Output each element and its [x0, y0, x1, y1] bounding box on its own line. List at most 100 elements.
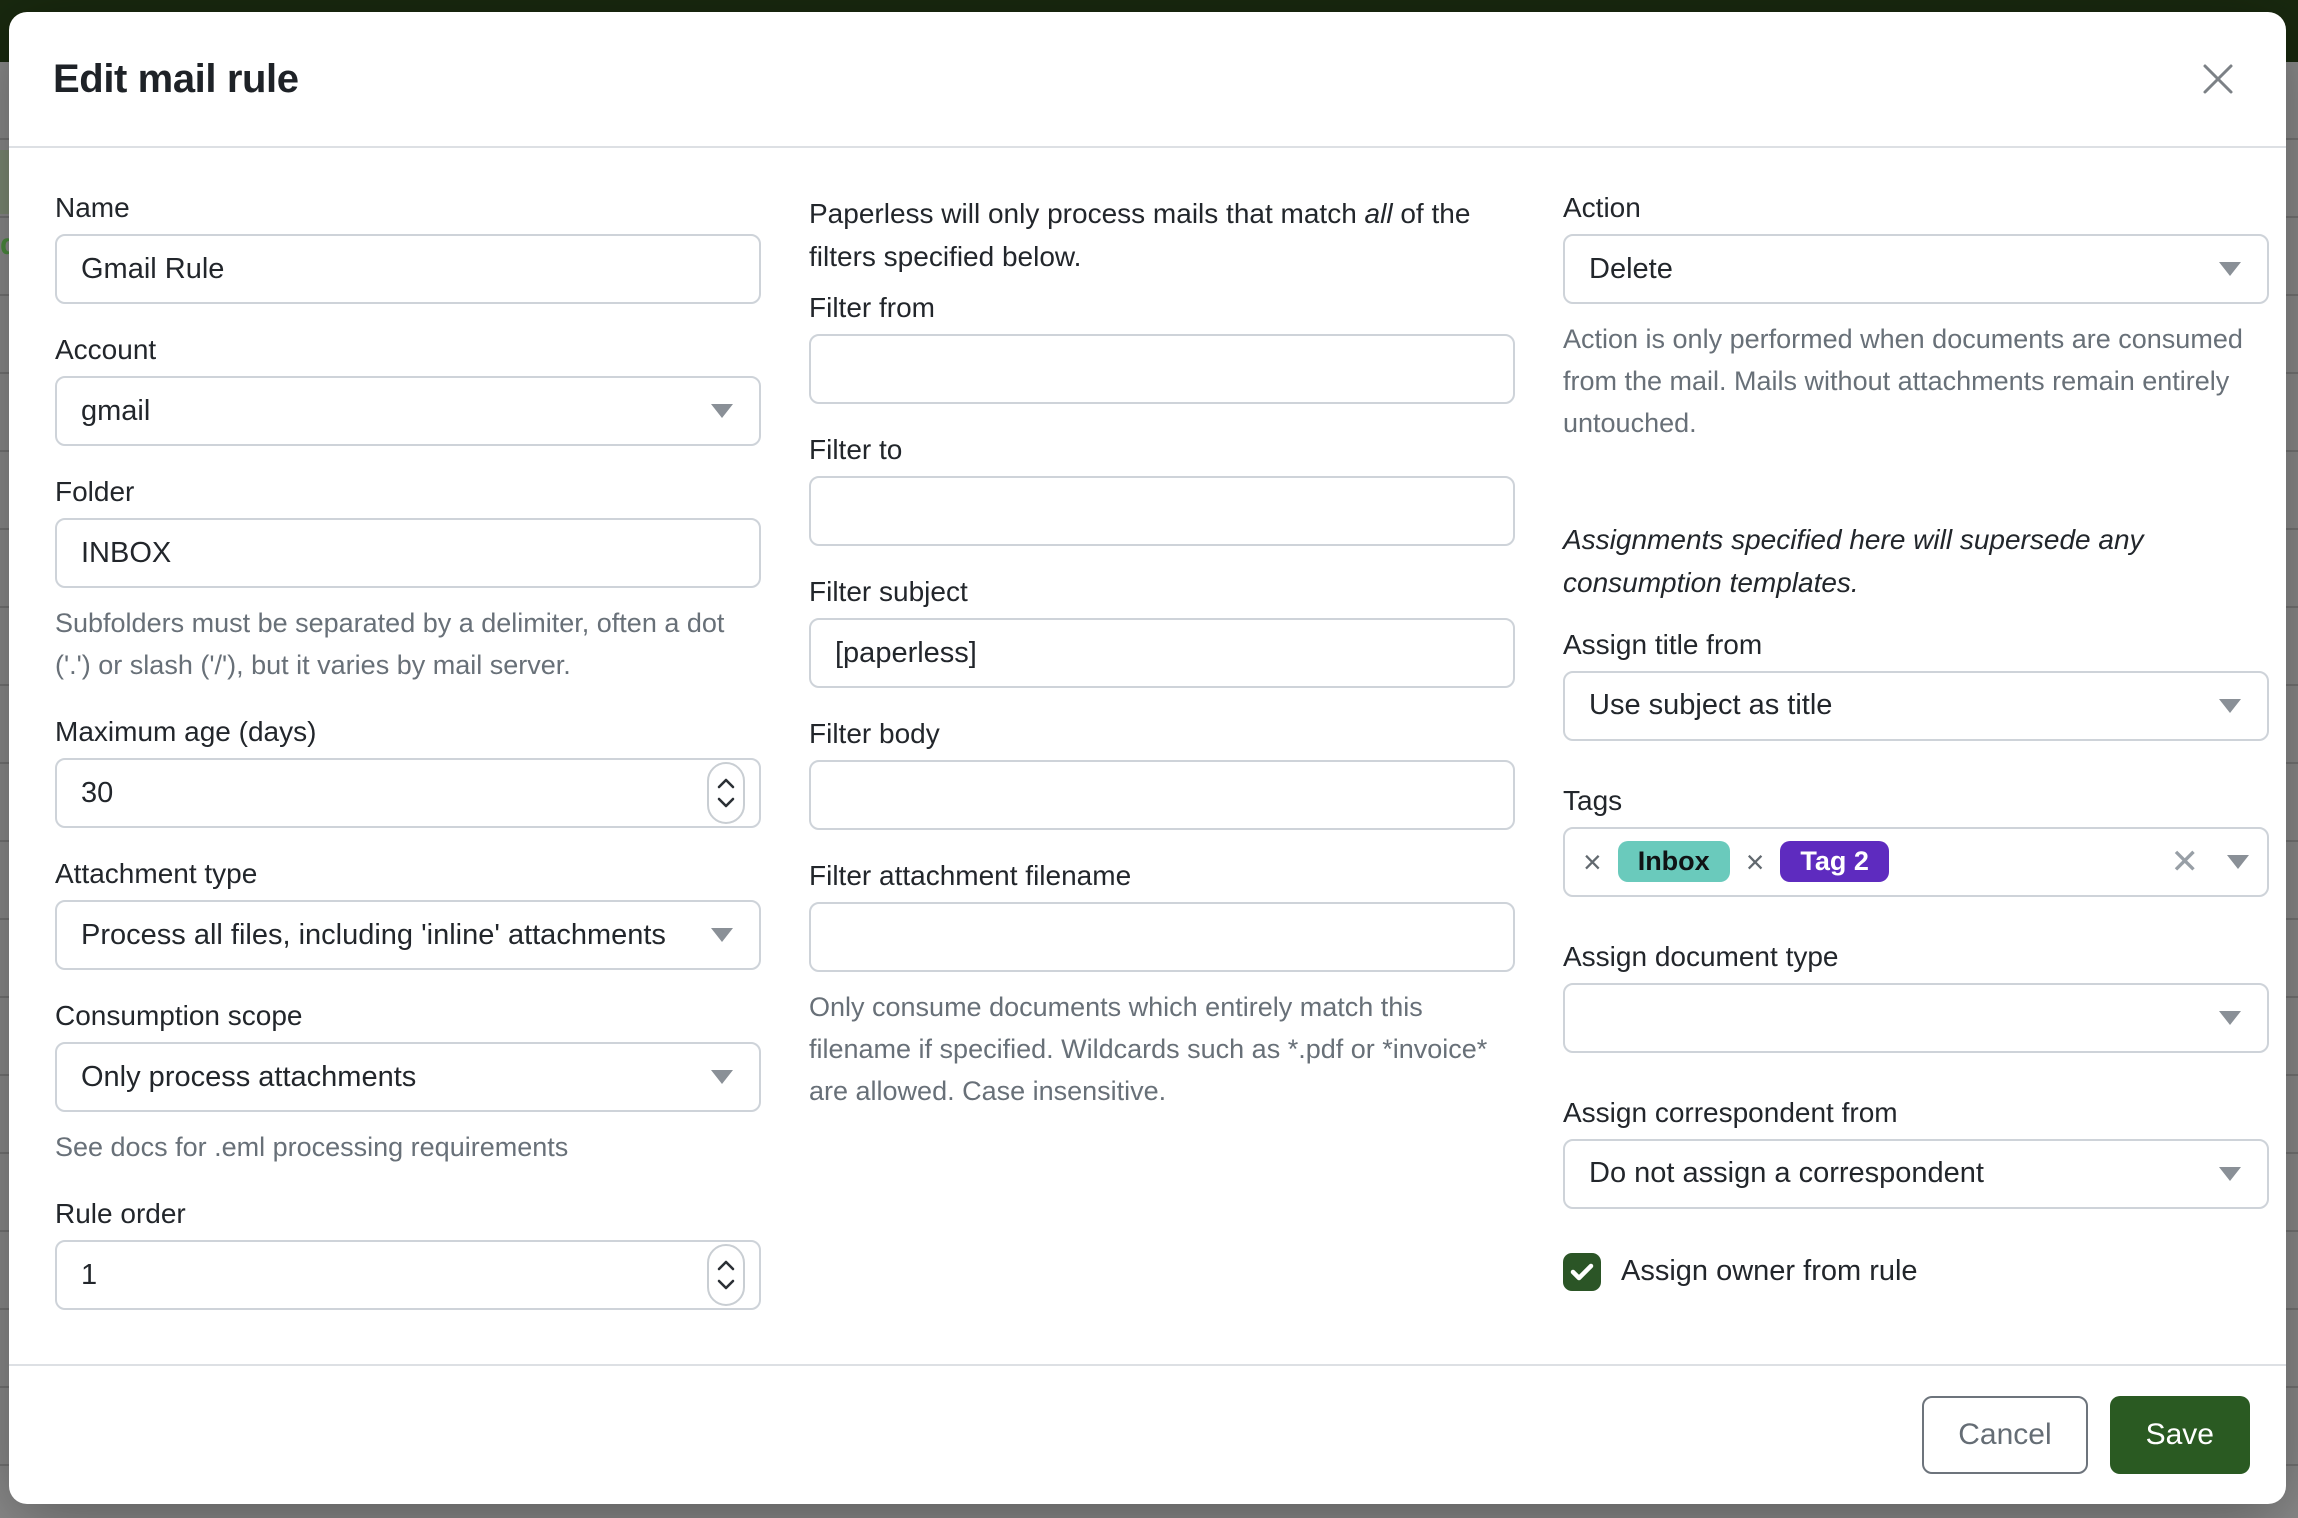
assign-doctype-select[interactable]: [1563, 983, 2269, 1053]
filter-subject-value: [paperless]: [835, 637, 977, 670]
filters-intro-text: Paperless will only process mails that m…: [809, 192, 1515, 278]
chevron-down-icon: [711, 404, 733, 418]
max-age-label: Maximum age (days): [55, 716, 761, 748]
folder-label: Folder: [55, 476, 761, 508]
chevron-down-icon: [2219, 262, 2241, 276]
max-age-input[interactable]: 30: [55, 758, 761, 828]
account-select[interactable]: gmail: [55, 376, 761, 446]
dialog-header: Edit mail rule: [9, 12, 2286, 148]
dialog-footer: Cancel Save: [9, 1364, 2286, 1504]
action-select[interactable]: Delete: [1563, 234, 2269, 304]
folder-input[interactable]: INBOX: [55, 518, 761, 588]
dialog-title: Edit mail rule: [53, 57, 299, 102]
filter-subject-label: Filter subject: [809, 576, 1515, 608]
page-background-left: [0, 62, 9, 1518]
consumption-scope-label: Consumption scope: [55, 1000, 761, 1032]
consumption-scope-select[interactable]: Only process attachments: [55, 1042, 761, 1112]
filter-from-label: Filter from: [809, 292, 1515, 324]
attachment-type-label: Attachment type: [55, 858, 761, 890]
max-age-stepper[interactable]: [707, 762, 745, 824]
assign-correspondent-field-group: Assign correspondent from Do not assign …: [1563, 1097, 2269, 1209]
tags-select[interactable]: × Inbox × Tag 2 ✕: [1563, 827, 2269, 897]
assign-doctype-field-group: Assign document type: [1563, 941, 2269, 1053]
filter-to-label: Filter to: [809, 434, 1515, 466]
page-background-right: [2286, 62, 2298, 1518]
dialog-body: Name Gmail Rule Account gmail Folder INB…: [9, 148, 2286, 1364]
rule-order-value: 1: [81, 1259, 97, 1292]
edit-mail-rule-dialog: Edit mail rule Name Gmail Rule Account g…: [9, 12, 2286, 1504]
clear-tags-icon[interactable]: ✕: [2171, 845, 2200, 879]
max-age-value: 30: [81, 777, 113, 810]
tag-chip: Inbox: [1618, 841, 1730, 881]
save-button[interactable]: Save: [2110, 1396, 2250, 1474]
assignments-note: Assignments specified here will supersed…: [1563, 518, 2269, 604]
tags-inner: × Inbox × Tag 2 ✕: [1583, 841, 2249, 881]
filter-filename-label: Filter attachment filename: [809, 860, 1515, 892]
chevron-down-icon: [2227, 855, 2249, 869]
chevron-down-icon: [717, 797, 735, 808]
filter-subject-input[interactable]: [paperless]: [809, 618, 1515, 688]
action-field-group: Action Delete Action is only performed w…: [1563, 192, 2269, 444]
assign-title-value: Use subject as title: [1589, 689, 1832, 722]
column-general: Name Gmail Rule Account gmail Folder INB…: [55, 192, 761, 1364]
name-label: Name: [55, 192, 761, 224]
filter-subject-field-group: Filter subject [paperless]: [809, 576, 1515, 688]
chevron-up-icon: [717, 1260, 735, 1271]
close-button[interactable]: [2194, 55, 2242, 103]
action-help-text: Action is only performed when documents …: [1563, 318, 2269, 444]
page-background-row: [0, 150, 9, 214]
filename-help-text: Only consume documents which entirely ma…: [809, 986, 1515, 1112]
assign-owner-row: Assign owner from rule: [1563, 1253, 2269, 1291]
attachment-type-field-group: Attachment type Process all files, inclu…: [55, 858, 761, 970]
attachment-type-select[interactable]: Process all files, including 'inline' at…: [55, 900, 761, 970]
name-value: Gmail Rule: [81, 253, 224, 286]
filter-body-label: Filter body: [809, 718, 1515, 750]
rule-order-stepper[interactable]: [707, 1244, 745, 1306]
column-filters: Paperless will only process mails that m…: [809, 192, 1515, 1364]
tag-chip: Tag 2: [1780, 841, 1889, 881]
account-field-group: Account gmail: [55, 334, 761, 446]
chevron-down-icon: [2219, 1167, 2241, 1181]
filter-from-input[interactable]: [809, 334, 1515, 404]
filter-body-field-group: Filter body: [809, 718, 1515, 830]
assign-title-label: Assign title from: [1563, 629, 2269, 661]
account-label: Account: [55, 334, 761, 366]
checkmark-icon: [1570, 1262, 1594, 1282]
rule-order-input[interactable]: 1: [55, 1240, 761, 1310]
intro-emphasis: all: [1365, 198, 1393, 229]
tag-remove-icon[interactable]: ×: [1746, 846, 1765, 878]
assign-correspondent-value: Do not assign a correspondent: [1589, 1157, 1984, 1190]
folder-value: INBOX: [81, 537, 171, 570]
consumption-scope-value: Only process attachments: [81, 1061, 416, 1094]
chevron-up-icon: [717, 778, 735, 789]
assign-doctype-label: Assign document type: [1563, 941, 2269, 973]
consumption-scope-field-group: Consumption scope Only process attachmen…: [55, 1000, 761, 1168]
rule-order-field-group: Rule order 1: [55, 1198, 761, 1310]
chevron-down-icon: [711, 928, 733, 942]
action-value: Delete: [1589, 253, 1673, 286]
attachment-type-value: Process all files, including 'inline' at…: [81, 919, 666, 952]
filter-body-input[interactable]: [809, 760, 1515, 830]
tags-label: Tags: [1563, 785, 2269, 817]
tags-field-group: Tags × Inbox × Tag 2 ✕: [1563, 785, 2269, 897]
assign-owner-checkbox[interactable]: [1563, 1253, 1601, 1291]
name-input[interactable]: Gmail Rule: [55, 234, 761, 304]
folder-field-group: Folder INBOX Subfolders must be separate…: [55, 476, 761, 686]
chevron-down-icon: [2219, 1011, 2241, 1025]
folder-help-text: Subfolders must be separated by a delimi…: [55, 602, 761, 686]
assign-title-select[interactable]: Use subject as title: [1563, 671, 2269, 741]
filter-to-input[interactable]: [809, 476, 1515, 546]
account-value: gmail: [81, 395, 150, 428]
assign-correspondent-select[interactable]: Do not assign a correspondent: [1563, 1139, 2269, 1209]
chevron-down-icon: [711, 1070, 733, 1084]
column-actions: Action Delete Action is only performed w…: [1563, 192, 2269, 1364]
cancel-button[interactable]: Cancel: [1922, 1396, 2087, 1474]
chevron-down-icon: [2219, 699, 2241, 713]
tag-remove-icon[interactable]: ×: [1583, 846, 1602, 878]
close-icon: [2199, 60, 2237, 98]
filter-filename-input[interactable]: [809, 902, 1515, 972]
max-age-field-group: Maximum age (days) 30: [55, 716, 761, 828]
assign-owner-label: Assign owner from rule: [1621, 1255, 1918, 1288]
tags-controls: ✕: [2171, 845, 2250, 879]
chevron-down-icon: [717, 1279, 735, 1290]
